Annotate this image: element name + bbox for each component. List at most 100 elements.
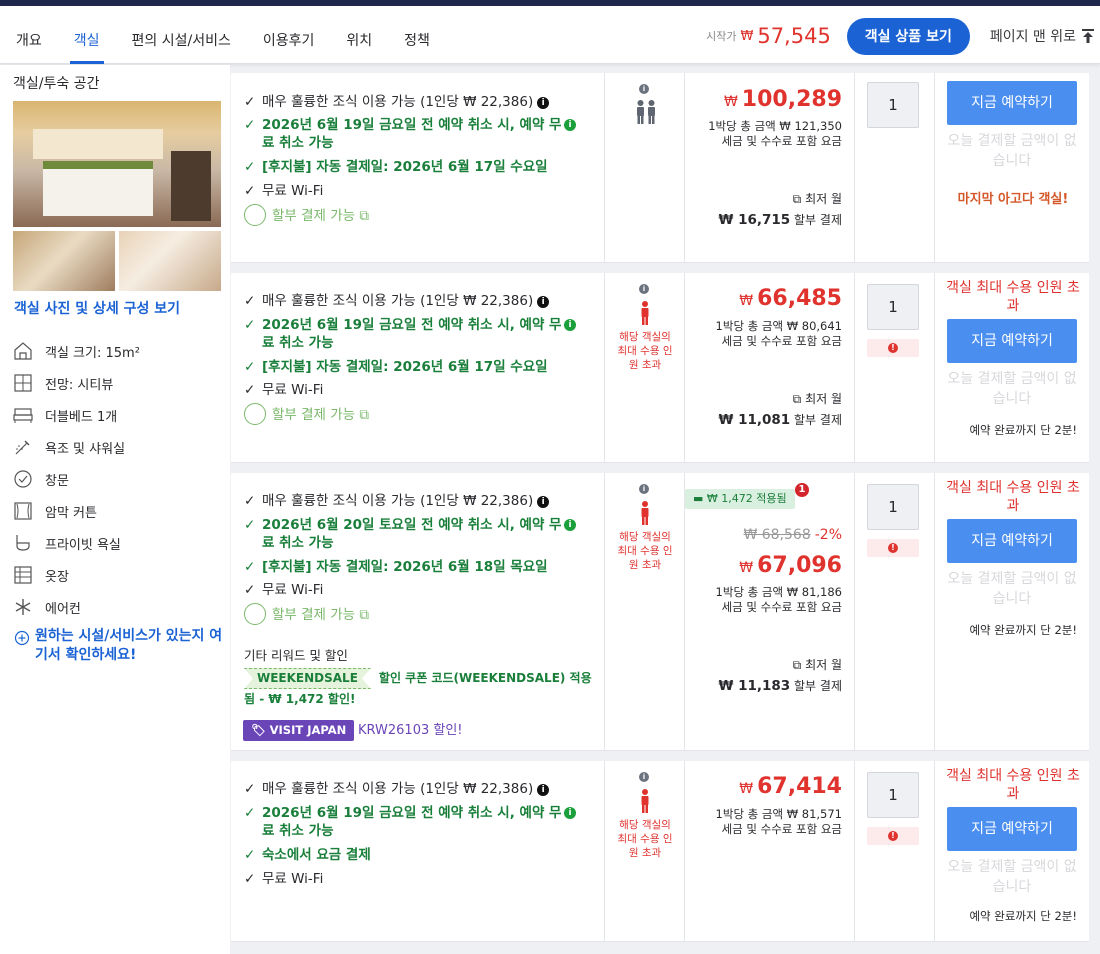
window-icon: [14, 470, 32, 488]
view-rooms-button[interactable]: 객실 상품 보기: [846, 17, 970, 55]
room-price: ₩67,096: [739, 553, 842, 578]
amenity-label: 더블베드 1개: [45, 409, 118, 425]
savings-applied-badge: ▬ ₩ 1,472 적용됨: [685, 489, 795, 509]
room-photos-link[interactable]: 객실 사진 및 상세 구성 보기: [14, 298, 180, 318]
info-icon[interactable]: i: [537, 496, 550, 508]
room-photo-main[interactable]: [13, 101, 221, 227]
benefit-wifi: ✓ 무료 Wi-Fi: [244, 581, 589, 599]
book-now-button[interactable]: 지금 예약하기: [947, 519, 1077, 563]
room-quantity-select[interactable]: 1: [867, 772, 919, 818]
wardrobe-icon: [14, 566, 32, 584]
amenity-item: 객실 크기: 15m²: [13, 335, 140, 367]
benefit-installment[interactable]: 할부 결제 가능 ⧉: [244, 403, 589, 425]
info-icon[interactable]: i: [537, 296, 550, 308]
money-icon: ▬: [693, 492, 704, 505]
info-icon[interactable]: i: [564, 319, 576, 331]
occupancy-column: i 해당 객실의 최대 수용 인원 초과: [605, 761, 685, 941]
check-icon: ✓: [244, 559, 256, 575]
original-price: ₩ 68,568 -2%: [743, 527, 842, 543]
room-photo-thumb-2[interactable]: [119, 231, 221, 291]
start-price-currency: ₩: [740, 28, 754, 44]
amenity-label: 창문: [45, 473, 69, 489]
tab-facilities[interactable]: 편의 시설/서비스: [116, 6, 247, 64]
tab-overview[interactable]: 개요: [0, 6, 58, 64]
amenity-label: 전망: 시티뷰: [45, 377, 114, 393]
benefit-installment[interactable]: 할부 결제 가능 ⧉: [244, 204, 589, 226]
room-quantity-select[interactable]: 1: [867, 484, 919, 530]
no-payment-today: 오늘 결제할 금액이 없습니다: [947, 571, 1077, 607]
book-now-button[interactable]: 지금 예약하기: [947, 81, 1077, 125]
info-icon[interactable]: i: [639, 284, 649, 294]
room-info-sidebar: 객실/투숙 공간 객실 사진 및 상세 구성 보기 객실 크기: 15m² 전망…: [0, 65, 230, 954]
lowest-monthly-label: ⧉ 최저 월: [792, 392, 842, 406]
booking-time-note: 예약 완료까지 단 2분!: [969, 623, 1077, 637]
start-price-label: 시작가: [706, 30, 737, 43]
benefit-breakfast: ✓ 매우 훌륭한 조식 이용 가능 (1인당 ₩ 22,386) i: [244, 780, 589, 798]
monthly-installment: ₩ 16,715 할부 결제: [718, 212, 843, 228]
two-guests-icon: [637, 100, 655, 124]
price-details: 1박당 총 금액 ₩ 81,186 세금 및 수수료 포함 요금: [716, 585, 842, 615]
check-icon: ✓: [244, 847, 256, 863]
benefits-column: ✓ 매우 훌륭한 조식 이용 가능 (1인당 ₩ 22,386) i ✓ 2026년 …: [231, 73, 605, 262]
facility-search-link[interactable]: 원하는 시설/서비스가 있는지 여기서 확인하세요!: [14, 627, 235, 665]
check-icon: ✓: [244, 183, 256, 199]
room-price: ₩100,289: [723, 87, 842, 112]
price-details: 1박당 총 금액 ₩ 80,641 세금 및 수수료 포함 요금: [716, 319, 842, 349]
visit-japan-badge: 🏷 VISIT JAPAN: [243, 720, 355, 741]
check-icon: ✓: [244, 359, 256, 375]
info-icon[interactable]: i: [639, 772, 649, 782]
benefit-wifi: ✓ 무료 Wi-Fi: [244, 870, 589, 888]
amenity-list: 객실 크기: 15m² 전망: 시티뷰 더블베드 1개 욕조 및 샤워실 창문 …: [13, 335, 140, 623]
benefit-text: 무료 Wi-Fi: [262, 871, 324, 887]
info-icon[interactable]: i: [639, 84, 649, 94]
external-link-icon: ⧉: [359, 607, 370, 623]
info-icon[interactable]: i: [639, 484, 649, 494]
tab-location[interactable]: 위치: [330, 6, 388, 64]
price-details: 1박당 총 금액 ₩ 81,571 세금 및 수수료 포함 요금: [716, 807, 842, 837]
total-per-night: 1박당 총 금액 ₩ 80,641: [715, 319, 842, 333]
amenity-label: 옷장: [45, 569, 69, 585]
info-icon[interactable]: i: [564, 519, 576, 531]
book-now-button[interactable]: 지금 예약하기: [947, 807, 1077, 851]
info-icon[interactable]: i: [564, 119, 576, 131]
occupancy-exceeded-text: 해당 객실의 최대 수용 인원 초과: [617, 819, 673, 859]
installment-card-icon: ⧉: [792, 658, 802, 672]
room-quantity-select[interactable]: 1: [867, 284, 919, 330]
check-icon: ✓: [244, 317, 256, 333]
tax-note: 세금 및 수수료 포함 요금: [721, 822, 842, 836]
tab-reviews[interactable]: 이용후기: [247, 6, 331, 64]
price-column: ▬ ₩ 1,472 적용됨 1 ₩ 68,568 -2% ₩67,096 1박당 …: [685, 473, 855, 750]
occupancy-column: i: [605, 73, 685, 262]
book-now-button[interactable]: 지금 예약하기: [947, 319, 1077, 363]
benefit-pay-at-property: ✓ 숙소에서 요금 결제: [244, 846, 589, 864]
check-icon: ✓: [244, 493, 256, 509]
benefit-free-cancel: ✓ 2026년 6월 20일 토요일 전 예약 취소 시, 예약 무료 취소 가능…: [244, 516, 589, 552]
occupancy-column: i 해당 객실의 최대 수용 인원 초과: [605, 273, 685, 462]
room-photo-thumb-1[interactable]: [13, 231, 115, 291]
check-icon: ✓: [244, 871, 256, 887]
occupancy-exceeded-notice: 객실 최대 수용 인원 초과: [946, 280, 1080, 314]
amenity-label: 객실 크기: 15m²: [45, 345, 140, 361]
back-to-top-link[interactable]: 페이지 맨 위로: [990, 26, 1076, 46]
benefits-column: ✓ 매우 훌륭한 조식 이용 가능 (1인당 ₩ 22,386) i ✓ 2026년 …: [231, 273, 605, 462]
info-icon[interactable]: i: [564, 807, 576, 819]
benefit-installment[interactable]: 할부 결제 가능 ⧉: [244, 603, 589, 625]
arrow-up-icon[interactable]: [1080, 28, 1096, 44]
room-offer-row: ✓ 매우 훌륭한 조식 이용 가능 (1인당 ₩ 22,386) i ✓ 2026년 …: [231, 73, 1089, 263]
tab-policies[interactable]: 정책: [388, 6, 446, 64]
lowest-monthly-label: ⧉ 최저 월: [792, 658, 842, 672]
coupon-code-badge: WEEKENDSALE: [244, 668, 371, 689]
tab-rooms[interactable]: 객실: [58, 6, 116, 64]
benefit-text: 2026년 6월 20일 토요일 전 예약 취소 시, 예약 무료 취소 가능: [262, 517, 562, 551]
check-icon: ✓: [244, 293, 256, 309]
price-column: ₩100,289 1박당 총 금액 ₩ 121,350 세금 및 수수료 포함 요…: [685, 73, 855, 262]
room-quantity-select[interactable]: 1: [867, 82, 919, 128]
amenity-label: 암막 커튼: [45, 505, 97, 521]
benefit-text: 무료 Wi-Fi: [262, 382, 324, 398]
amenity-item: 옷장: [13, 559, 140, 591]
price-details: 1박당 총 금액 ₩ 121,350 세금 및 수수료 포함 요금: [708, 119, 842, 149]
info-icon[interactable]: i: [537, 97, 550, 109]
info-icon[interactable]: i: [537, 784, 550, 796]
total-per-night: 1박당 총 금액 ₩ 81,571: [715, 807, 842, 821]
booking-time-note: 예약 완료까지 단 2분!: [969, 423, 1077, 437]
